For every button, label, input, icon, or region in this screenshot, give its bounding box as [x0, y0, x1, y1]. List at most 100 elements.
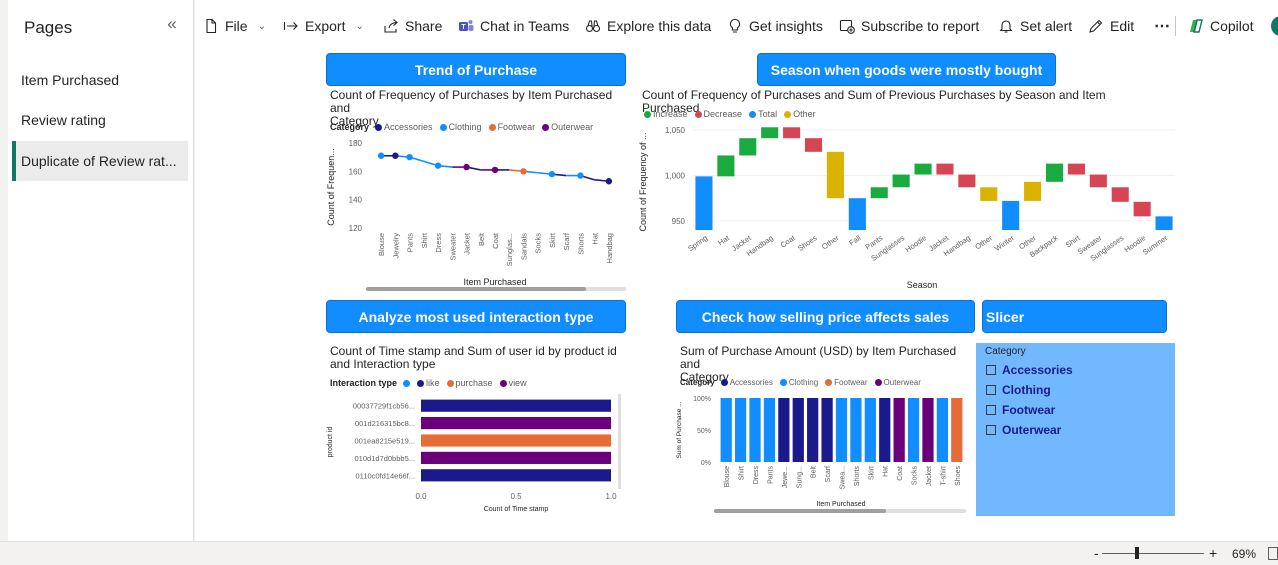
legend-dot [720, 379, 728, 386]
waterfall-chart[interactable]: 1,050 1,000 950 Count of Frequency of ... Sp… [635, 122, 1175, 294]
slicer-option-footwear[interactable]: Footwear [986, 403, 1055, 417]
subscribe-label: Subscribe to report [861, 18, 980, 34]
legend-item-increase[interactable]: Increase [644, 109, 688, 119]
slicer-option-outerwear[interactable]: Outerwear [986, 423, 1061, 437]
line-chart[interactable]: 180 160 140 120 Count of Frequen... Blouse Jew… [326, 134, 626, 294]
zoom-in-button[interactable]: + [1209, 545, 1217, 561]
legend-dot [779, 379, 787, 386]
export-menu[interactable]: Export ⌄ [283, 13, 364, 39]
hbar-chart-title-line-2: and Interaction type [330, 357, 436, 371]
vbar-chart[interactable]: 100% 50% 0% Sum of Purchase ... Blouse Shirt D… [676, 392, 976, 517]
y-axis-title: Count of Frequency of ... [638, 132, 648, 231]
legend-dot [825, 379, 833, 386]
x-tick-label: Sunglas... [505, 233, 514, 266]
checkbox[interactable] [986, 405, 996, 415]
waterfall-bar [1024, 181, 1042, 201]
legend-item-blank[interactable] [403, 379, 411, 387]
season-goods-bought-button[interactable]: Season when goods were mostly bought [757, 53, 1056, 86]
analyze-interaction-type-button[interactable]: Analyze most used interaction type [326, 300, 626, 333]
y-axis-title: Sum of Purchase ... [676, 401, 683, 458]
zoom-slider-track[interactable] [1102, 553, 1204, 554]
edit-label: Edit [1110, 18, 1135, 34]
get-insights-label: Get insights [749, 18, 823, 34]
waterfall-bar [848, 198, 866, 230]
x-tick-label: Socks [534, 233, 543, 254]
legend-item-purchase[interactable]: purchase [446, 378, 493, 388]
copilot-button[interactable]: Copilot [1188, 13, 1254, 39]
vbar [778, 398, 790, 462]
line-chart-legend: Category Accessories Clothing Footwear O… [330, 122, 596, 132]
explore-data-button[interactable]: Explore this data [585, 13, 711, 39]
data-point [491, 166, 499, 174]
subscribe-button[interactable]: Subscribe to report [839, 13, 979, 39]
chat-in-teams-button[interactable]: T Chat in Teams [458, 13, 569, 39]
avatar[interactable] [1271, 16, 1278, 36]
more-options-icon[interactable]: ⋯ [1154, 13, 1170, 39]
legend-label: Clothing [448, 122, 482, 132]
legend-item-outerwear[interactable]: Outerwear [542, 122, 593, 132]
checkbox[interactable] [986, 385, 996, 395]
legend-item-decrease[interactable]: Decrease [694, 109, 742, 119]
waterfall-bar [826, 151, 844, 199]
slicer-option-label: Outerwear [1002, 423, 1062, 437]
vbar-chart-title-line-1: Sum of Purchase Amount (USD) by Item Pur… [680, 344, 957, 371]
edit-button[interactable]: Edit [1088, 13, 1134, 39]
slicer-option-accessories[interactable]: Accessories [986, 363, 1073, 377]
x-tick-label: 0.0 [415, 492, 427, 501]
pages-title: Pages [24, 18, 73, 37]
legend-dot [694, 110, 702, 118]
legend-item-other[interactable]: Other [784, 109, 816, 119]
fit-to-page-icon[interactable] [1268, 547, 1278, 560]
get-insights-button[interactable]: Get insights [727, 13, 823, 39]
legend-item-accessories[interactable]: Accessories [375, 122, 433, 132]
hbar [421, 434, 611, 447]
scrollbar-thumb [714, 509, 886, 513]
legend-item-clothing[interactable]: Clothing [439, 122, 482, 132]
zoom-slider-thumb[interactable] [1135, 547, 1139, 559]
file-icon [206, 18, 217, 34]
x-tick-label: Shoes [955, 466, 962, 486]
set-alert-button[interactable]: Set alert [998, 13, 1072, 39]
legend-item-outerwear[interactable]: Outerwear [874, 378, 921, 387]
slicer-option-clothing[interactable]: Clothing [986, 383, 1051, 397]
legend-item-footwear[interactable]: Footwear [825, 378, 868, 387]
selling-price-sales-button[interactable]: Check how selling price affects sales [676, 300, 975, 333]
x-tick-label: Skirt [548, 232, 557, 248]
page-item-duplicate-review-rating[interactable]: Duplicate of Review rat... [12, 141, 188, 181]
checkbox[interactable] [986, 425, 996, 435]
slicer-header-button[interactable]: Slicer [982, 300, 1167, 333]
hbar-chart[interactable]: product id 00037729f1cb56... 001d216315bc8… [326, 392, 626, 517]
data-point [605, 178, 613, 185]
trend-of-purchase-button[interactable]: Trend of Purchase [326, 53, 626, 86]
y-tick-label: 950 [672, 217, 686, 226]
file-menu[interactable]: File ⌄ [203, 13, 266, 39]
legend-item-like[interactable]: like [417, 378, 440, 388]
x-tick-label: Other [820, 233, 841, 251]
page-item-item-purchased[interactable]: Item Purchased [12, 60, 188, 100]
y-tick-label: 50% [697, 428, 711, 435]
share-button[interactable]: Share [383, 13, 442, 39]
zoom-out-button[interactable]: - [1094, 545, 1099, 561]
checkbox[interactable] [986, 365, 996, 375]
waterfall-bar [1067, 163, 1085, 175]
slicer-field-label: Category [985, 346, 1026, 357]
chevrons-left-icon[interactable]: « [163, 15, 181, 34]
page-item-review-rating[interactable]: Review rating [12, 100, 188, 140]
x-tick-label: Sung... [796, 466, 803, 488]
legend-item-accessories[interactable]: Accessories [720, 378, 773, 387]
data-point [406, 153, 413, 161]
legend-item-total[interactable]: Total [749, 109, 777, 119]
x-tick-label: Swea... [840, 466, 847, 489]
vbar [922, 398, 934, 462]
legend-item-footwear[interactable]: Footwear [488, 122, 535, 132]
legend-dot [375, 123, 383, 131]
x-tick-label: Blouse [377, 233, 386, 256]
legend-item-clothing[interactable]: Clothing [779, 378, 818, 387]
legend-item-view[interactable]: view [499, 378, 527, 388]
hbar [421, 417, 611, 430]
y-tick-label: 010d1d7d0bbb5... [355, 454, 415, 463]
vbar [936, 398, 949, 462]
x-tick-label: Coat [491, 232, 500, 249]
share-icon [384, 19, 398, 33]
legend-dot [417, 379, 425, 387]
